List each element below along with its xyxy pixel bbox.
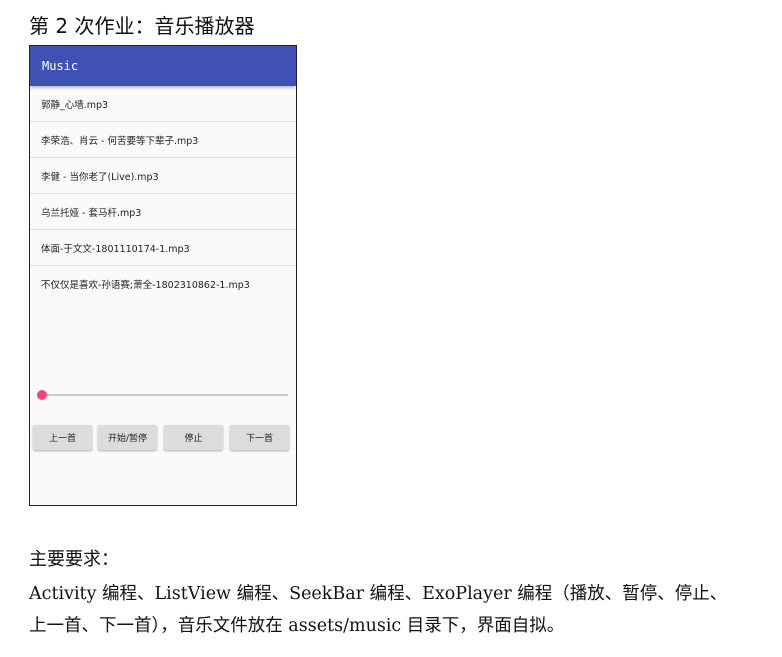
- song-list-item[interactable]: 郭静_心墙.mp3: [30, 86, 296, 122]
- song-list-item[interactable]: 李健 - 当你老了(Live).mp3: [30, 158, 296, 194]
- requirements-line: 上一首、下一首），音乐文件放在 assets/music 目录下，界面自拟。: [29, 616, 565, 636]
- previous-button[interactable]: 上一首: [33, 425, 92, 450]
- next-button[interactable]: 下一首: [230, 425, 289, 450]
- assignment-heading: 第 2 次作业：音乐播放器: [29, 14, 255, 38]
- requirements-line: Activity 编程、ListView 编程、SeekBar 编程、ExoPl…: [29, 584, 728, 604]
- song-list-item[interactable]: 不仅仅是喜欢-孙语赛;萧全-1802310862-1.mp3: [30, 266, 296, 302]
- control-buttons: 上一首 开始/暂停 停止 下一首: [33, 425, 293, 451]
- requirements-body: Activity 编程、ListView 编程、SeekBar 编程、ExoPl…: [29, 578, 764, 642]
- seekbar[interactable]: [37, 389, 288, 401]
- song-list-item[interactable]: 李荣浩、肖云 - 何苦要等下辈子.mp3: [30, 122, 296, 158]
- song-list-item[interactable]: 乌兰托娅 - 套马杆.mp3: [30, 194, 296, 230]
- stop-button[interactable]: 停止: [164, 425, 223, 450]
- play-pause-button[interactable]: 开始/暂停: [98, 425, 157, 450]
- app-screenshot: Music 郭静_心墙.mp3 李荣浩、肖云 - 何苦要等下辈子.mp3 李健 …: [29, 45, 297, 506]
- song-list: 郭静_心墙.mp3 李荣浩、肖云 - 何苦要等下辈子.mp3 李健 - 当你老了…: [30, 86, 296, 302]
- app-toolbar: Music: [30, 46, 296, 86]
- requirements-title: 主要要求：: [29, 549, 119, 570]
- song-list-item[interactable]: 体面-于文文-1801110174-1.mp3: [30, 230, 296, 266]
- seekbar-thumb[interactable]: [37, 390, 47, 400]
- seekbar-track: [42, 394, 288, 396]
- app-title: Music: [42, 59, 79, 73]
